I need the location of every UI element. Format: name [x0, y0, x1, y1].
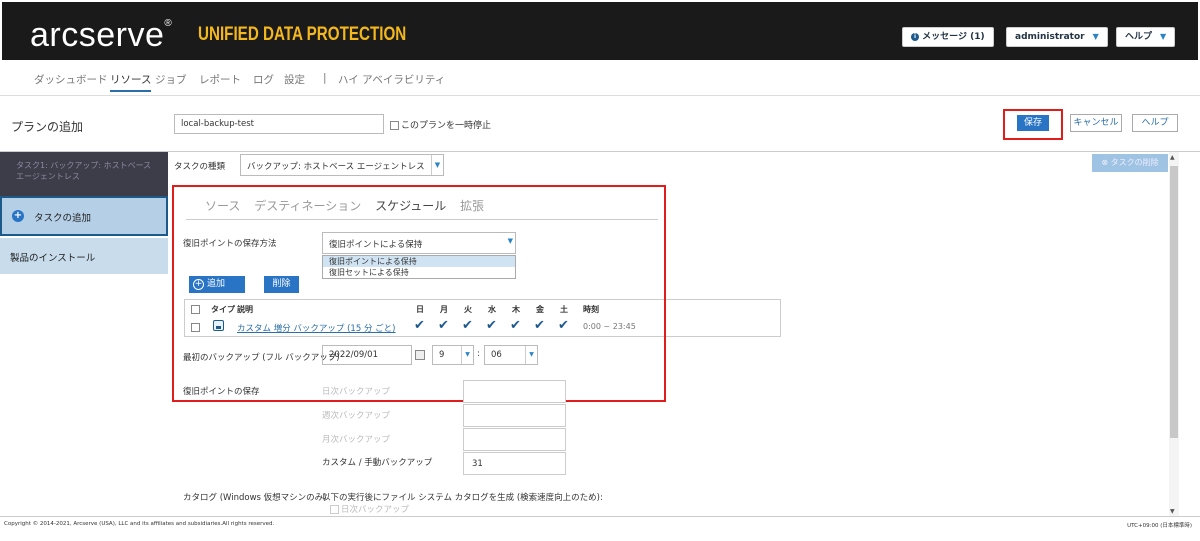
nav-resources[interactable]: リソース	[110, 72, 152, 92]
monthly-backup-input[interactable]	[463, 428, 566, 451]
custom-backup-label: カスタム / 手動バックアップ	[322, 458, 433, 468]
highlight-box-schedule	[172, 185, 666, 402]
vertical-scrollbar[interactable]: ▲ ▼	[1169, 152, 1179, 517]
add-task-button[interactable]: + タスクの追加	[0, 196, 168, 236]
cancel-button[interactable]: キャンセル	[1070, 114, 1122, 132]
chevron-down-icon: ▼	[431, 155, 443, 175]
page-title: プランの追加	[11, 120, 84, 134]
arcserve-logo: arcserve®	[30, 16, 173, 54]
help-button[interactable]: ヘルプ	[1132, 114, 1178, 132]
scroll-up-icon[interactable]: ▲	[1170, 154, 1175, 161]
product-name: UNIFIED DATA PROTECTION	[198, 24, 407, 45]
footer: Copyright © 2014-2021, Arcserve (USA), L…	[0, 516, 1200, 541]
pause-plan-checkbox[interactable]: このプランを一時停止	[390, 118, 491, 131]
nav-jobs[interactable]: ジョブ	[155, 72, 187, 87]
recovery-save-label: 復旧ポイントの保存	[183, 387, 260, 397]
catalog-description: 以下の実行後にファイル システム カタログを生成 (検索速度向上のため):	[322, 493, 603, 503]
monthly-backup-label: 月次バックアップ	[322, 435, 391, 445]
catalog-daily-checkbox[interactable]: 日次バックアップ	[330, 503, 409, 515]
help-menu[interactable]: ヘルプ ▼	[1116, 27, 1176, 47]
nav-settings[interactable]: 設定	[284, 72, 305, 87]
main-nav: ダッシュボード リソース ジョブ レポート ログ 設定 | ハイ アベイラビリテ…	[0, 62, 1200, 96]
info-icon: i	[911, 32, 919, 41]
task-sidebar: タスク1: バックアップ: ホストベース エージェントレス + タスクの追加 製…	[0, 152, 168, 517]
sidebar-item-install[interactable]: 製品のインストール	[0, 238, 168, 274]
nav-high-availability[interactable]: ハイ アベイラビリティ	[338, 72, 445, 87]
timezone-text: UTC+09:00 (日本標準時)	[1127, 523, 1192, 529]
weekly-backup-label: 週次バックアップ	[322, 411, 391, 421]
weekly-backup-input[interactable]	[463, 404, 566, 427]
plus-circle-icon: +	[12, 210, 24, 222]
checkbox-icon	[390, 121, 399, 130]
task-type-select[interactable]: バックアップ: ホストベース エージェントレス ▼	[240, 154, 444, 176]
messages-button[interactable]: i メッセージ (1)	[902, 27, 994, 47]
highlight-box-save	[1003, 109, 1063, 140]
checkbox-icon	[330, 505, 339, 514]
copyright-text: Copyright © 2014-2021, Arcserve (USA), L…	[4, 521, 275, 527]
catalog-label: カタログ (Windows 仮想マシンのみ)	[183, 493, 327, 503]
delete-task-button[interactable]: ⊗ タスクの削除	[1092, 154, 1168, 172]
chevron-down-icon: ▼	[1160, 32, 1167, 41]
nav-logs[interactable]: ログ	[253, 72, 274, 87]
daily-backup-input[interactable]	[463, 380, 566, 403]
app-header: arcserve® UNIFIED DATA PROTECTION i メッセー…	[0, 0, 1200, 62]
chevron-down-icon: ▼	[1092, 32, 1099, 41]
user-menu[interactable]: administrator ▼	[1006, 27, 1108, 47]
nav-separator: |	[323, 72, 327, 84]
scroll-thumb[interactable]	[1170, 166, 1178, 438]
daily-backup-label: 日次バックアップ	[322, 387, 391, 397]
nav-reports[interactable]: レポート	[199, 72, 241, 87]
nav-dashboard[interactable]: ダッシュボード	[34, 72, 108, 87]
close-circle-icon: ⊗	[1101, 158, 1109, 167]
sidebar-item-task1[interactable]: タスク1: バックアップ: ホストベース エージェントレス	[0, 152, 168, 196]
task-type-label: タスクの種類	[174, 162, 226, 172]
scroll-down-icon[interactable]: ▼	[1170, 508, 1175, 515]
plan-name-input[interactable]: local-backup-test	[174, 114, 384, 134]
custom-backup-input[interactable]: 31	[463, 452, 566, 475]
